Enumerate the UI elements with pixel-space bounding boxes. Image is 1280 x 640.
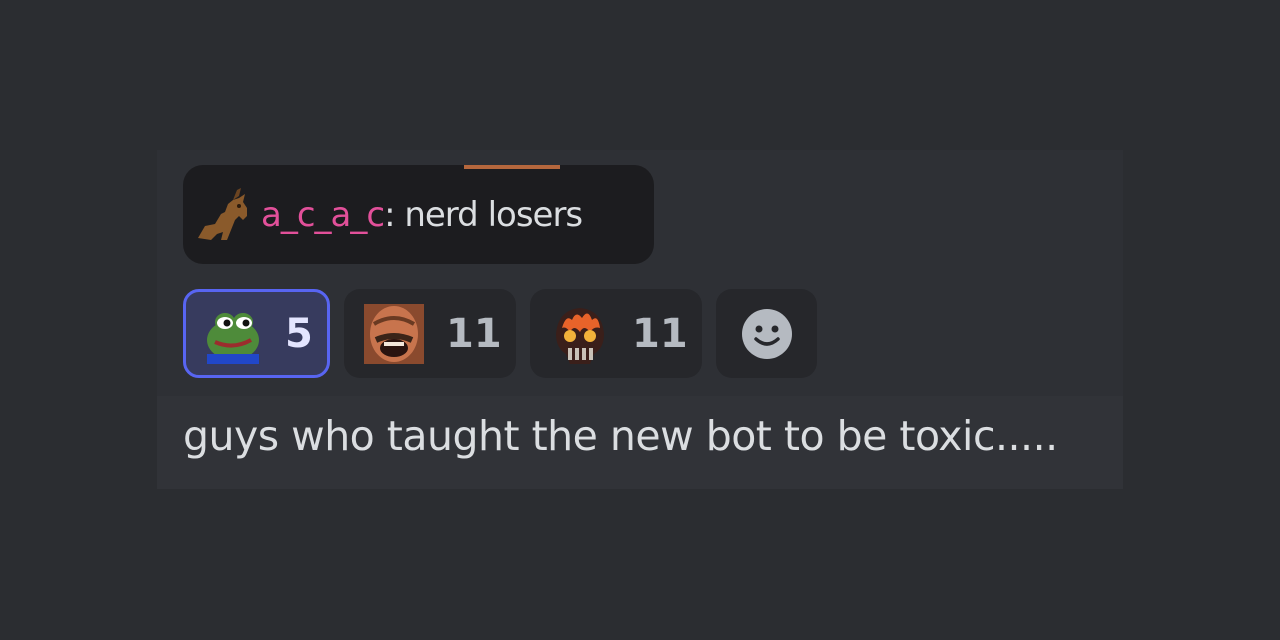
quote-separator: : — [384, 194, 396, 235]
reaction-count: 5 — [285, 310, 313, 357]
laughing-man-emoji — [364, 303, 424, 364]
add-reaction-button[interactable] — [716, 289, 817, 378]
smile-icon — [741, 308, 792, 359]
quoted-message-card[interactable]: a_c_a_c: nerd losers — [183, 165, 654, 264]
reaction-count: 11 — [632, 310, 688, 357]
reaction-pepe[interactable]: 5 — [183, 289, 330, 378]
message-group: a_c_a_c: nerd losers 5 11 11 guys who ta… — [157, 150, 1123, 489]
quote-text: nerd losers — [394, 194, 583, 235]
reaction-flaming-skull[interactable]: 11 — [530, 289, 702, 378]
reactions-bar: 5 11 11 — [183, 289, 817, 378]
goat-icon — [198, 187, 247, 240]
reaction-laughing-man[interactable]: 11 — [344, 289, 516, 378]
flaming-skull-emoji — [556, 307, 604, 364]
quote-line: a_c_a_c: nerd losers — [261, 194, 583, 235]
pepe-frog-emoji — [207, 312, 259, 364]
reaction-count: 11 — [446, 310, 502, 357]
message-content: guys who taught the new bot to be toxic.… — [157, 396, 1123, 489]
embed-accent-strip — [464, 165, 560, 169]
quote-username[interactable]: a_c_a_c — [261, 195, 385, 235]
